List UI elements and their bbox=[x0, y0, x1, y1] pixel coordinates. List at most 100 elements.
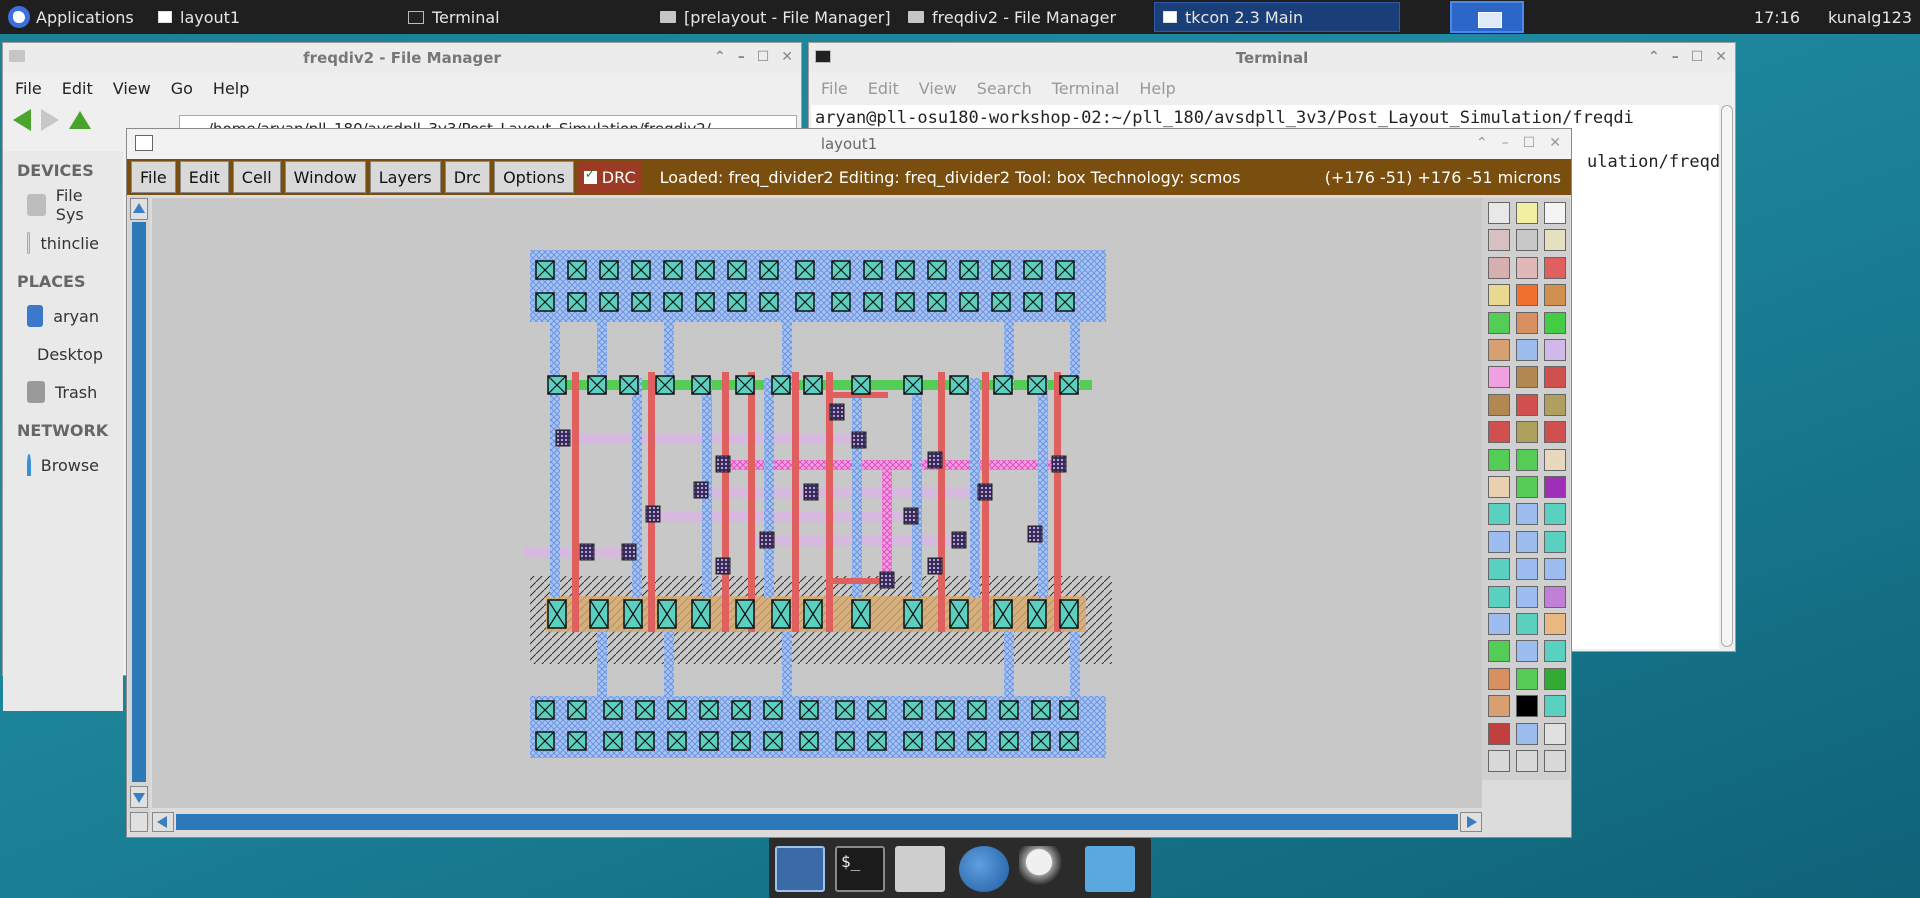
minimize-icon[interactable]: – bbox=[1672, 49, 1679, 65]
layer-swatch[interactable] bbox=[1516, 311, 1538, 334]
menu-view[interactable]: View bbox=[113, 79, 151, 98]
back-arrow-icon[interactable] bbox=[13, 109, 31, 131]
task-freqdiv2-file-manager[interactable]: freqdiv2 - File Manager bbox=[900, 2, 1124, 32]
menu-drc[interactable]: Drc bbox=[444, 161, 491, 193]
layer-swatch[interactable] bbox=[1544, 476, 1566, 498]
layer-swatch[interactable] bbox=[1488, 448, 1510, 471]
desktop-icon[interactable] bbox=[775, 846, 825, 892]
layer-swatch[interactable] bbox=[1544, 695, 1566, 718]
layer-swatch[interactable] bbox=[1516, 695, 1538, 718]
layer-swatch[interactable] bbox=[1516, 421, 1538, 444]
scroll-right-arrow-icon[interactable] bbox=[1460, 812, 1482, 832]
menu-edit[interactable]: Edit bbox=[868, 79, 899, 98]
layer-swatch[interactable] bbox=[1516, 613, 1538, 635]
layer-swatch[interactable] bbox=[1544, 667, 1566, 690]
layer-swatch[interactable] bbox=[1488, 339, 1510, 361]
shade-icon[interactable]: ⌃ bbox=[714, 49, 726, 65]
layer-swatch[interactable] bbox=[1516, 503, 1538, 526]
clock[interactable]: 17:16 bbox=[1754, 8, 1800, 27]
menu-cell[interactable]: Cell bbox=[232, 161, 281, 193]
sidebar-item-desktop[interactable]: Desktop bbox=[3, 335, 123, 373]
maximize-icon[interactable]: ☐ bbox=[757, 49, 770, 65]
home-folder-icon[interactable] bbox=[895, 846, 945, 892]
menu-edit[interactable]: Edit bbox=[62, 79, 93, 98]
layer-swatch[interactable] bbox=[1488, 202, 1510, 224]
menu-edit[interactable]: Edit bbox=[179, 161, 229, 193]
sidebar-item-trash[interactable]: Trash bbox=[3, 373, 123, 411]
close-icon[interactable]: ✕ bbox=[781, 49, 793, 65]
layer-swatch[interactable] bbox=[1544, 585, 1566, 608]
layer-swatch[interactable] bbox=[1488, 750, 1510, 772]
layout-canvas[interactable] bbox=[152, 198, 1482, 808]
sidebar-item-home[interactable]: aryan bbox=[3, 297, 123, 335]
horizontal-scrollbar[interactable] bbox=[176, 814, 1458, 830]
layer-swatch[interactable] bbox=[1516, 667, 1538, 690]
menu-file[interactable]: File bbox=[15, 79, 42, 98]
layer-swatch[interactable] bbox=[1516, 558, 1538, 581]
layer-swatch[interactable] bbox=[1488, 311, 1510, 334]
zoom-box-icon[interactable] bbox=[130, 812, 148, 832]
layer-swatch[interactable] bbox=[1544, 339, 1566, 361]
user-menu[interactable]: kunalg123 bbox=[1828, 8, 1912, 27]
workspace-switcher[interactable] bbox=[1450, 1, 1524, 33]
terminal-scrollbar[interactable] bbox=[1721, 105, 1733, 647]
drc-toggle[interactable]: DRC bbox=[577, 161, 642, 193]
layer-swatch[interactable] bbox=[1544, 256, 1566, 279]
terminal-titlebar[interactable]: Terminal ⌃ – ☐ ✕ bbox=[809, 43, 1735, 73]
task-prelayout-file-manager[interactable]: [prelayout - File Manager] bbox=[652, 2, 899, 32]
layer-swatch[interactable] bbox=[1488, 722, 1510, 745]
web-browser-icon[interactable] bbox=[959, 846, 1009, 892]
shade-icon[interactable]: ⌃ bbox=[1648, 49, 1660, 65]
menu-options[interactable]: Options bbox=[494, 161, 574, 193]
layer-swatch[interactable] bbox=[1488, 640, 1510, 663]
minimize-icon[interactable]: – bbox=[738, 49, 745, 65]
layer-swatch[interactable] bbox=[1488, 229, 1510, 252]
layer-swatch[interactable] bbox=[1488, 366, 1510, 389]
layer-palette[interactable] bbox=[1482, 198, 1570, 780]
minimize-icon[interactable]: – bbox=[1502, 135, 1509, 151]
layer-swatch[interactable] bbox=[1516, 640, 1538, 663]
layer-swatch[interactable] bbox=[1516, 585, 1538, 608]
layer-swatch[interactable] bbox=[1544, 613, 1566, 635]
search-icon[interactable] bbox=[1019, 846, 1069, 892]
applications-menu[interactable]: Applications bbox=[0, 0, 142, 34]
menu-window[interactable]: Window bbox=[284, 161, 366, 193]
forward-arrow-icon[interactable] bbox=[41, 109, 59, 131]
terminal-icon[interactable]: $_ bbox=[835, 846, 885, 892]
layer-swatch[interactable] bbox=[1544, 640, 1566, 663]
layer-swatch[interactable] bbox=[1516, 750, 1538, 772]
layer-swatch[interactable] bbox=[1516, 393, 1538, 416]
layer-swatch[interactable] bbox=[1488, 256, 1510, 279]
scroll-up-arrow-icon[interactable] bbox=[130, 198, 148, 220]
layer-swatch[interactable] bbox=[1544, 503, 1566, 526]
layer-swatch[interactable] bbox=[1516, 256, 1538, 279]
sidebar-item-thinclient[interactable]: thinclie bbox=[3, 224, 123, 262]
menu-go[interactable]: Go bbox=[171, 79, 193, 98]
layer-swatch[interactable] bbox=[1544, 366, 1566, 389]
shade-icon[interactable]: ⌃ bbox=[1476, 135, 1488, 151]
layer-swatch[interactable] bbox=[1516, 448, 1538, 471]
menu-file[interactable]: File bbox=[821, 79, 848, 98]
layer-swatch[interactable] bbox=[1488, 421, 1510, 444]
close-icon[interactable]: ✕ bbox=[1715, 49, 1727, 65]
task-tkcon[interactable]: tkcon 2.3 Main bbox=[1154, 2, 1400, 32]
vertical-scrollbar[interactable] bbox=[132, 222, 146, 782]
close-icon[interactable]: ✕ bbox=[1549, 135, 1561, 151]
layer-swatch[interactable] bbox=[1488, 585, 1510, 608]
menu-layers[interactable]: Layers bbox=[369, 161, 441, 193]
layer-swatch[interactable] bbox=[1488, 476, 1510, 498]
menu-search[interactable]: Search bbox=[977, 79, 1032, 98]
layer-swatch[interactable] bbox=[1488, 503, 1510, 526]
layer-swatch[interactable] bbox=[1544, 229, 1566, 252]
sidebar-item-browse-network[interactable]: Browse bbox=[3, 446, 123, 484]
layer-swatch[interactable] bbox=[1516, 339, 1538, 361]
layer-swatch[interactable] bbox=[1516, 722, 1538, 745]
menu-help[interactable]: Help bbox=[1139, 79, 1175, 98]
layer-swatch[interactable] bbox=[1488, 530, 1510, 553]
layer-swatch[interactable] bbox=[1488, 284, 1510, 307]
file-manager-titlebar[interactable]: freqdiv2 - File Manager ⌃ – ☐ ✕ bbox=[3, 43, 801, 73]
scroll-down-arrow-icon[interactable] bbox=[130, 786, 148, 808]
maximize-icon[interactable]: ☐ bbox=[1691, 49, 1704, 65]
layer-swatch[interactable] bbox=[1488, 613, 1510, 635]
folder-icon[interactable] bbox=[1085, 846, 1135, 892]
